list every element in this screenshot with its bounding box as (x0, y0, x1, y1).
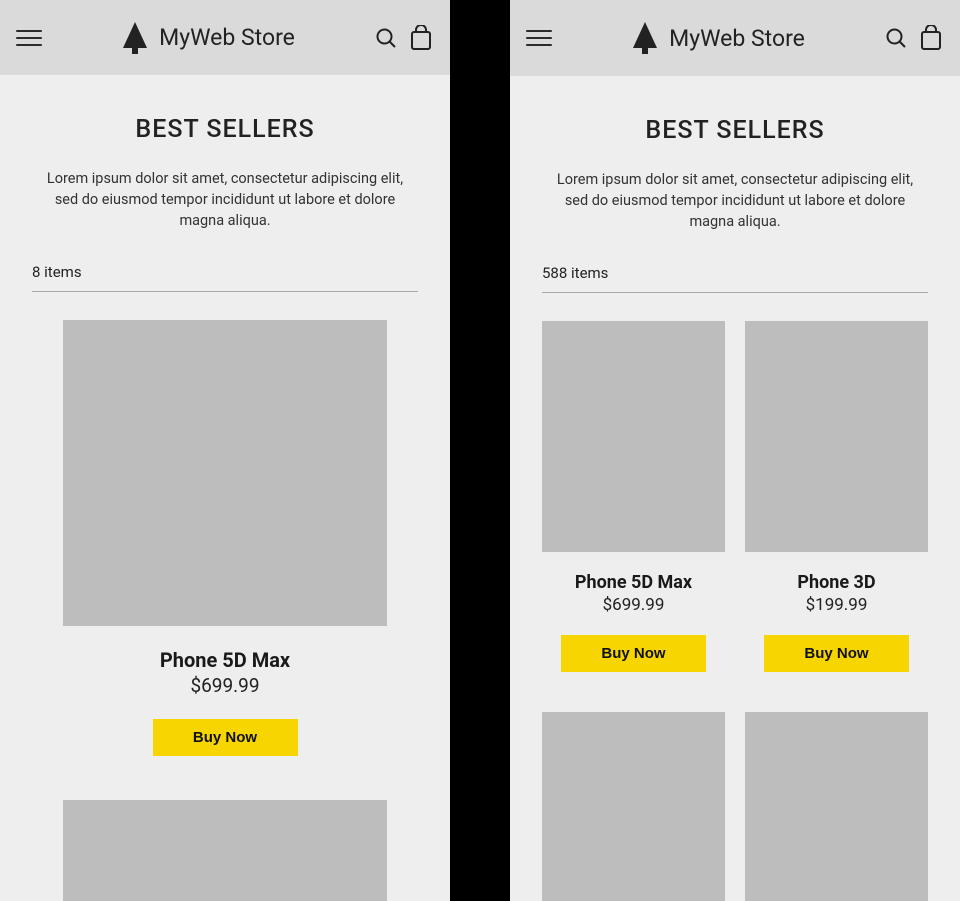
product-image-placeholder (542, 712, 725, 901)
store-view-two-column: MyWeb Store BEST SELLERS Lorem ipsum dol… (510, 0, 960, 901)
tree-logo-icon (631, 22, 659, 54)
buy-now-button[interactable]: Buy Now (153, 719, 298, 756)
product-name: Phone 3D (797, 572, 875, 593)
store-title: MyWeb Store (159, 24, 295, 51)
content: BEST SELLERS Lorem ipsum dolor sit amet,… (0, 75, 450, 901)
product-price: $199.99 (806, 595, 868, 615)
section-title: BEST SELLERS (542, 116, 928, 145)
buy-now-button[interactable]: Buy Now (561, 635, 706, 672)
store-title: MyWeb Store (669, 25, 805, 52)
header: MyWeb Store (510, 0, 960, 76)
product-card[interactable]: Phone 3D $199.99 Buy Now (745, 321, 928, 672)
content: BEST SELLERS Lorem ipsum dolor sit amet,… (510, 76, 960, 901)
product-price: $699.99 (603, 595, 665, 615)
cart-icon[interactable] (920, 25, 942, 51)
product-image-placeholder (63, 800, 387, 901)
header-actions (884, 25, 942, 51)
brand[interactable]: MyWeb Store (631, 22, 805, 54)
section-title: BEST SELLERS (32, 115, 418, 144)
section-description: Lorem ipsum dolor sit amet, consectetur … (542, 169, 928, 232)
menu-icon[interactable] (16, 26, 42, 50)
product-list: Phone 5D Max $699.99 Buy Now (32, 320, 418, 901)
product-name: Phone 5D Max (575, 572, 692, 593)
buy-now-button[interactable]: Buy Now (764, 635, 909, 672)
cart-icon[interactable] (410, 25, 432, 51)
menu-icon[interactable] (526, 26, 552, 50)
section-description: Lorem ipsum dolor sit amet, consectetur … (32, 168, 418, 231)
search-icon[interactable] (884, 26, 908, 50)
header: MyWeb Store (0, 0, 450, 75)
item-count: 588 items (542, 264, 928, 293)
header-actions (374, 25, 432, 51)
store-view-single-column: MyWeb Store BEST SELLERS Lorem ipsum dol… (0, 0, 450, 901)
product-image-placeholder (542, 321, 725, 552)
product-name: Phone 5D Max (160, 648, 290, 672)
product-image-placeholder (745, 321, 928, 552)
product-image-placeholder (745, 712, 928, 901)
product-price: $699.99 (190, 674, 259, 697)
product-image-placeholder (63, 320, 387, 626)
search-icon[interactable] (374, 26, 398, 50)
brand[interactable]: MyWeb Store (121, 22, 295, 54)
product-card[interactable]: Phone 5D Max $699.99 Buy Now (542, 321, 725, 672)
item-count: 8 items (32, 263, 418, 292)
tree-logo-icon (121, 22, 149, 54)
product-card[interactable]: Phone 5D Max $699.99 Buy Now (63, 320, 387, 756)
product-grid: Phone 5D Max $699.99 Buy Now Phone 3D $1… (542, 321, 928, 901)
